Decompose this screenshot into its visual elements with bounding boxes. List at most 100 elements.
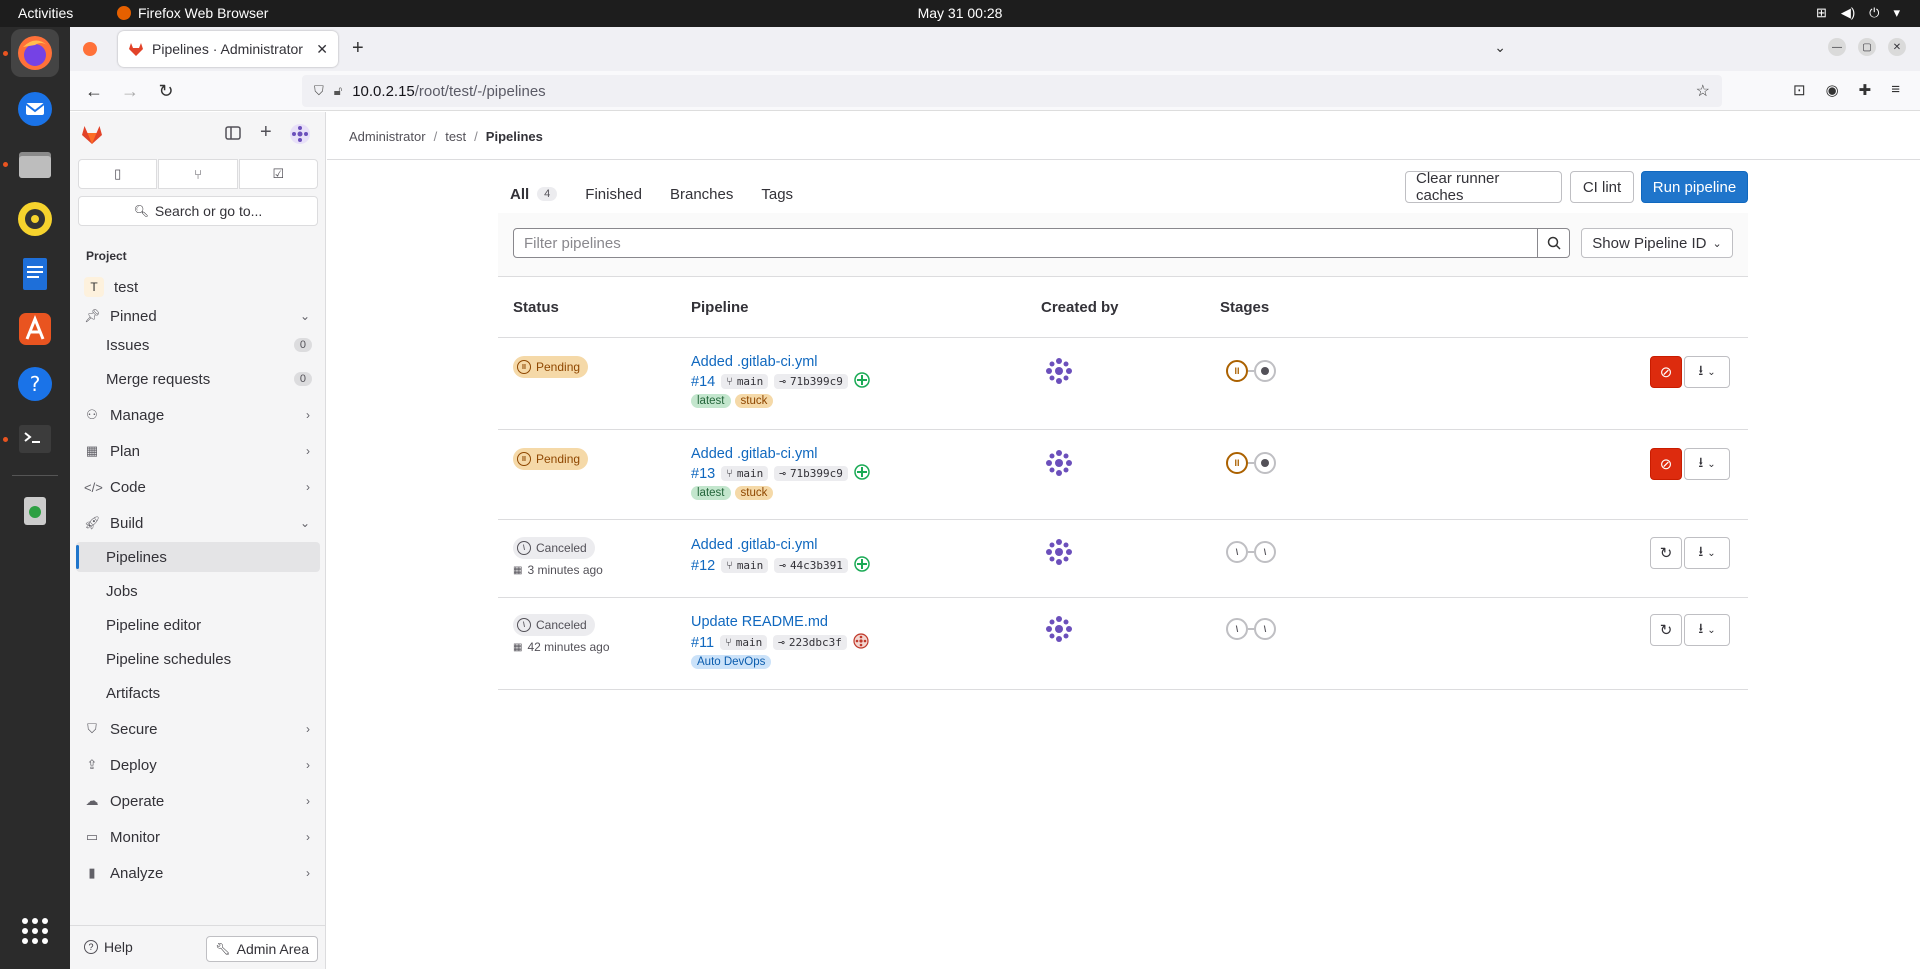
browser-tab[interactable]: Pipelines · Administrator ✕: [118, 31, 338, 67]
cancel-pipeline-button[interactable]: ⊘: [1650, 448, 1682, 480]
shield-icon[interactable]: ⛉: [314, 83, 324, 99]
commit-chip[interactable]: ⊸ 71b399c9: [774, 374, 848, 389]
latest-badge[interactable]: latest: [691, 394, 731, 408]
stage-pending-icon[interactable]: II: [1226, 360, 1248, 382]
run-pipeline-button[interactable]: Run pipeline: [1641, 171, 1748, 203]
commit-title-link[interactable]: Added .gitlab-ci.yml: [691, 537, 818, 553]
sidebar-item-operate[interactable]: ☁ Operate ›: [76, 786, 320, 816]
branch-chip[interactable]: ⑂ main: [721, 558, 769, 573]
sidebar-item-issues[interactable]: Issues 0: [76, 330, 320, 360]
sidebar-item-manage[interactable]: ⚇ Manage ›: [76, 400, 320, 430]
terminal-launcher[interactable]: [11, 415, 59, 463]
forward-button[interactable]: →: [118, 79, 142, 103]
status-badge[interactable]: II Pending: [513, 356, 589, 378]
sidebar-item-analyze[interactable]: ▮ Analyze ›: [76, 858, 320, 888]
app-center-launcher[interactable]: [11, 305, 59, 353]
commit-chip[interactable]: ⊸ 71b399c9: [774, 466, 848, 481]
stage-canceled-icon[interactable]: \: [1226, 541, 1248, 563]
system-tray[interactable]: ⊞ ◀) ⏻ ▾: [1816, 5, 1900, 21]
pipeline-id-link[interactable]: #11: [691, 635, 714, 651]
breadcrumb-current[interactable]: Pipelines: [486, 129, 543, 144]
tab-branches[interactable]: Branches: [670, 174, 733, 214]
trash-launcher[interactable]: [11, 485, 59, 533]
breadcrumb-item[interactable]: Administrator: [349, 129, 426, 144]
firefox-launcher[interactable]: [11, 29, 59, 77]
commit-chip[interactable]: ⊸ 223dbc3f: [773, 635, 847, 650]
stage-created-icon[interactable]: [1254, 452, 1276, 474]
stage-canceled-icon[interactable]: \: [1226, 618, 1248, 640]
search-button[interactable]: 🔍︎ Search or go to...: [78, 196, 318, 226]
status-badge[interactable]: \ Canceled: [513, 537, 595, 559]
admin-area-button[interactable]: 🔧︎ Admin Area: [206, 936, 318, 962]
breadcrumb-item[interactable]: test: [445, 129, 466, 144]
rhythmbox-launcher[interactable]: [11, 195, 59, 243]
auto-devops-badge[interactable]: Auto DevOps: [691, 655, 772, 669]
sidebar-item-pipeline-schedules[interactable]: Pipeline schedules: [76, 644, 320, 674]
cancel-pipeline-button[interactable]: ⊘: [1650, 356, 1682, 388]
ci-lint-button[interactable]: CI lint: [1570, 171, 1634, 203]
download-artifacts-dropdown[interactable]: ⭳ ⌄: [1684, 537, 1730, 569]
lock-icon[interactable]: 🔓︎: [334, 83, 342, 99]
help-launcher[interactable]: ?: [11, 360, 59, 408]
sidebar-item-monitor[interactable]: ▭ Monitor ›: [76, 822, 320, 852]
sidebar-item-deploy[interactable]: ⇪ Deploy ›: [76, 750, 320, 780]
commit-title-link[interactable]: Update README.md: [691, 614, 828, 630]
close-tab-icon[interactable]: ✕: [316, 41, 328, 58]
commit-chip[interactable]: ⊸ 44c3b391: [774, 558, 848, 573]
pipeline-id-link[interactable]: #14: [691, 374, 715, 390]
sidebar-item-pinned[interactable]: 📌︎ Pinned ⌄: [76, 301, 320, 331]
download-artifacts-dropdown[interactable]: ⭳ ⌄: [1684, 356, 1730, 388]
sidebar-item-pipelines[interactable]: Pipelines: [76, 542, 320, 572]
sidebar-item-plan[interactable]: ▦ Plan ›: [76, 436, 320, 466]
list-tabs-button[interactable]: ⌄: [1494, 39, 1506, 56]
clock[interactable]: May 31 00:28: [0, 5, 1920, 21]
commit-title-link[interactable]: Added .gitlab-ci.yml: [691, 446, 818, 462]
commit-author-avatar[interactable]: [854, 464, 870, 483]
stuck-badge[interactable]: stuck: [734, 394, 774, 408]
files-launcher[interactable]: [11, 140, 59, 188]
todos-button[interactable]: ☑: [238, 159, 318, 189]
sidebar-item-code[interactable]: </> Code ›: [76, 472, 320, 502]
stage-created-icon[interactable]: [1254, 360, 1276, 382]
pipeline-id-link[interactable]: #12: [691, 558, 715, 574]
status-badge[interactable]: II Pending: [513, 448, 589, 470]
commit-author-avatar[interactable]: [854, 556, 870, 575]
creator-avatar[interactable]: [1043, 355, 1075, 387]
user-avatar-icon[interactable]: [289, 123, 311, 148]
latest-badge[interactable]: latest: [691, 486, 731, 500]
status-badge[interactable]: \ Canceled: [513, 614, 595, 636]
sidebar-item-build[interactable]: 🚀︎ Build ⌄: [76, 508, 320, 538]
extensions-icon[interactable]: ✚: [1859, 81, 1872, 99]
merge-requests-button[interactable]: ⑂: [158, 159, 238, 189]
stage-pending-icon[interactable]: II: [1226, 452, 1248, 474]
sidebar-item-jobs[interactable]: Jobs: [76, 576, 320, 606]
pocket-icon[interactable]: ⊡: [1793, 81, 1806, 99]
show-apps-button[interactable]: [11, 907, 59, 955]
creator-avatar[interactable]: [1043, 613, 1075, 645]
sidebar-item-secure[interactable]: ⛉ Secure ›: [76, 714, 320, 744]
creator-avatar[interactable]: [1043, 447, 1075, 479]
download-artifacts-dropdown[interactable]: ⭳ ⌄: [1684, 614, 1730, 646]
sidebar-toggle-icon[interactable]: [225, 126, 241, 143]
branch-chip[interactable]: ⑂ main: [721, 466, 769, 481]
download-artifacts-dropdown[interactable]: ⭳ ⌄: [1684, 448, 1730, 480]
commit-title-link[interactable]: Added .gitlab-ci.yml: [691, 354, 818, 370]
sidebar-project-link[interactable]: T test: [76, 272, 320, 302]
tab-finished[interactable]: Finished: [585, 174, 642, 214]
maximize-button[interactable]: ▢: [1858, 38, 1876, 56]
stage-canceled-icon[interactable]: \: [1254, 618, 1276, 640]
branch-chip[interactable]: ⑂ main: [721, 374, 769, 389]
tab-all[interactable]: All 4: [497, 174, 570, 217]
help-button[interactable]: ? Help: [84, 939, 133, 955]
retry-pipeline-button[interactable]: ↻: [1650, 614, 1682, 646]
back-button[interactable]: ←: [82, 79, 106, 103]
thunderbird-launcher[interactable]: [11, 85, 59, 133]
stage-canceled-icon[interactable]: \: [1254, 541, 1276, 563]
retry-pipeline-button[interactable]: ↻: [1650, 537, 1682, 569]
account-icon[interactable]: ◉: [1826, 81, 1839, 99]
reload-button[interactable]: ↻: [154, 79, 178, 103]
stuck-badge[interactable]: stuck: [734, 486, 774, 500]
close-window-button[interactable]: ✕: [1888, 38, 1906, 56]
new-tab-button[interactable]: +: [352, 37, 364, 60]
writer-launcher[interactable]: [11, 250, 59, 298]
